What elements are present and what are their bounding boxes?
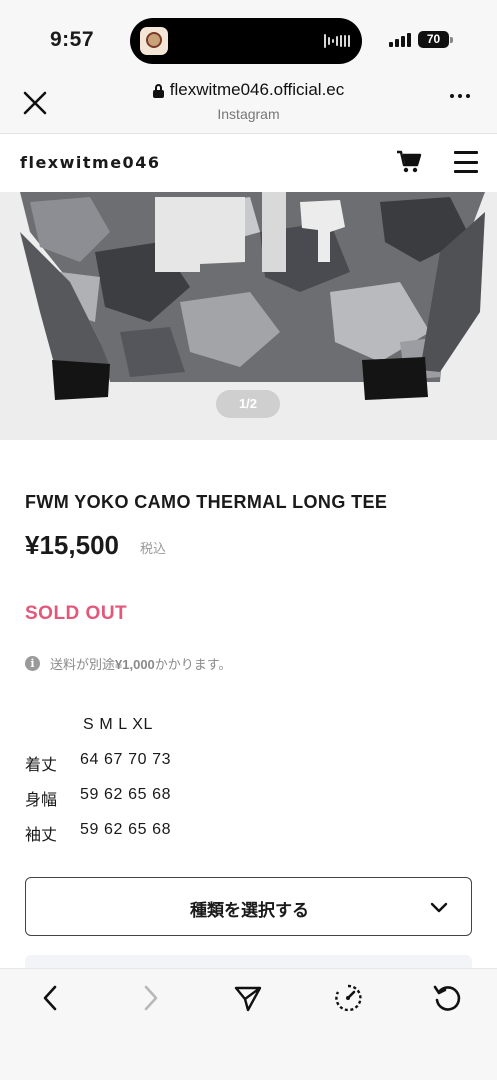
size-chart-header: S M L XL xyxy=(83,716,154,733)
url-text: flexwitme046.official.ec xyxy=(169,80,345,99)
sold-out-label: SOLD OUT xyxy=(25,603,128,624)
url-bar[interactable]: flexwitme046.official.ec xyxy=(152,80,345,100)
lock-icon xyxy=(152,83,164,98)
size-chart-row-label: 袖丈 xyxy=(25,827,58,844)
size-chart-row-values: 59 62 65 68 xyxy=(80,821,172,838)
size-chart-row-values: 64 67 70 73 xyxy=(80,751,172,768)
cellular-signal-icon xyxy=(389,33,411,47)
variant-select[interactable]: 種類を選択する xyxy=(25,877,472,936)
reload-icon[interactable] xyxy=(432,983,462,1013)
share-icon[interactable] xyxy=(233,983,263,1013)
status-time: 9:57 xyxy=(50,28,95,51)
address-area[interactable]: flexwitme046.official.ec Instagram xyxy=(0,80,497,122)
tax-note: 税込 xyxy=(140,541,167,556)
shipping-suffix: かかります。 xyxy=(154,657,232,672)
battery-icon: 70 xyxy=(418,31,449,48)
speed-icon[interactable] xyxy=(333,983,363,1013)
size-chart-row-label: 身幅 xyxy=(25,792,58,809)
forward-icon[interactable] xyxy=(135,983,165,1013)
image-pager: 1/2 xyxy=(216,390,280,418)
shipping-prefix: 送料が別途 xyxy=(50,657,116,672)
dynamic-island[interactable] xyxy=(130,18,362,64)
size-chart-row-values: 59 62 65 68 xyxy=(80,786,172,803)
size-chart-row-label: 着丈 xyxy=(25,757,58,774)
browser-header: flexwitme046.official.ec Instagram xyxy=(0,72,497,134)
now-playing-app-icon xyxy=(140,27,168,55)
chevron-down-icon xyxy=(430,902,448,913)
variant-select-label: 種類を選択する xyxy=(190,901,309,920)
cart-icon[interactable] xyxy=(396,149,422,175)
source-app-label: Instagram xyxy=(217,105,280,122)
menu-icon[interactable] xyxy=(454,151,478,173)
battery-cap xyxy=(450,37,453,43)
product-title: FWM YOKO CAMO THERMAL LONG TEE xyxy=(25,492,388,512)
back-icon[interactable] xyxy=(36,983,66,1013)
store-logo[interactable]: flexwitme046 xyxy=(20,153,160,172)
browser-toolbar xyxy=(0,968,497,1080)
status-bar: 9:57 70 xyxy=(0,0,497,72)
store-header: flexwitme046 xyxy=(0,134,497,192)
product-price: ¥15,500 xyxy=(25,530,119,560)
audio-wave-icon xyxy=(324,31,350,51)
shipping-note: i 送料が別途¥1,000かかります。 xyxy=(25,654,231,673)
shipping-amount: ¥1,000 xyxy=(115,657,155,672)
info-icon: i xyxy=(25,656,40,671)
product-image-carousel[interactable]: 1/2 xyxy=(0,192,497,440)
more-icon[interactable] xyxy=(450,94,470,98)
